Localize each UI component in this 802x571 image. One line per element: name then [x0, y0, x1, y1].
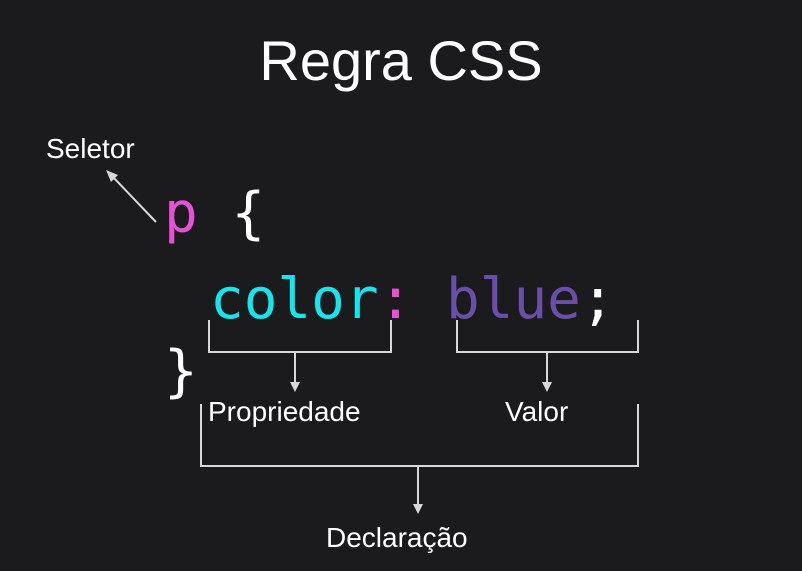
value-arrow-head: [542, 382, 552, 392]
property-bracket: [208, 320, 392, 353]
label-property: Propriedade: [208, 396, 361, 427]
label-declaration: Declaração: [326, 522, 468, 553]
property-arrow-head: [290, 382, 300, 392]
label-value: Valor: [505, 396, 569, 427]
selector-arrow-line: [111, 175, 157, 223]
value-bracket: [456, 320, 639, 353]
annotation-lines: [106, 170, 639, 514]
declaration-arrow-head: [413, 504, 423, 514]
